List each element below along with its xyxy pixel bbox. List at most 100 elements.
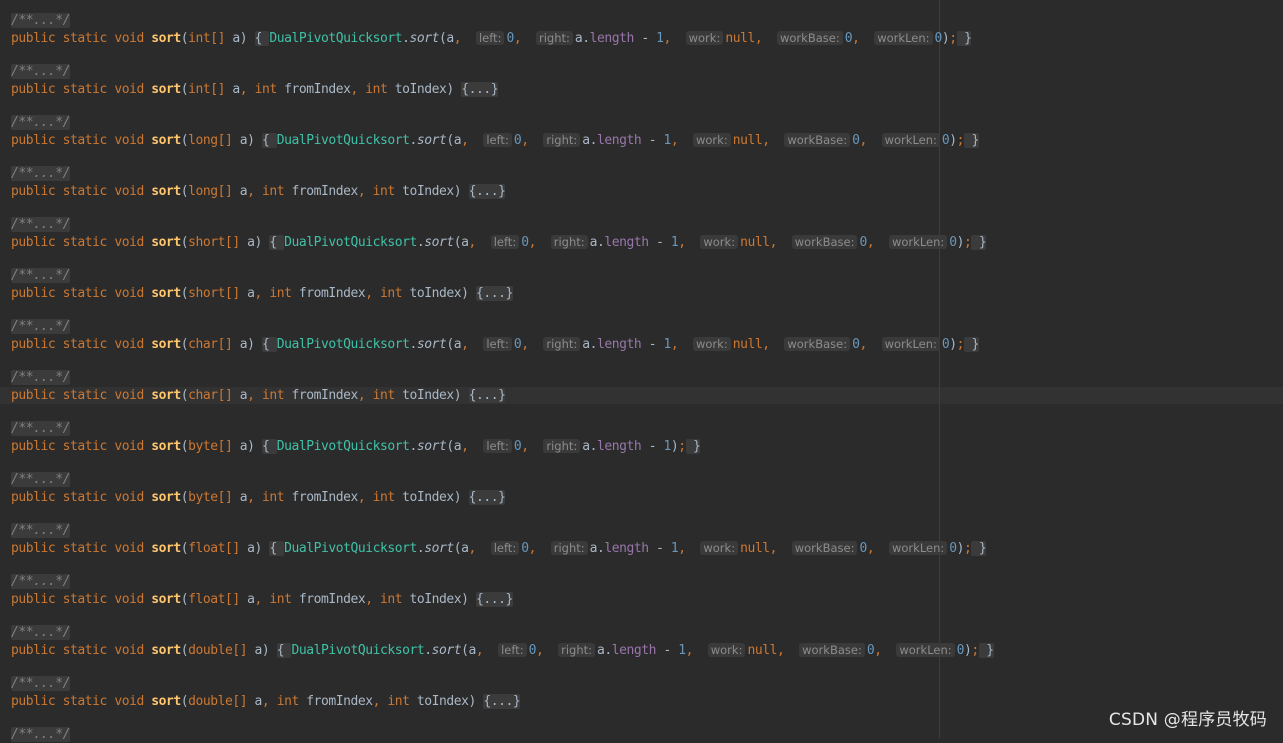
method-signature-line[interactable]: public static void sort(short[] a, int f… bbox=[11, 285, 513, 302]
doc-comment-line[interactable]: /**...*/ bbox=[11, 471, 70, 488]
param-type: long[] bbox=[188, 184, 233, 199]
doc-comment-line[interactable]: /**...*/ bbox=[11, 216, 70, 233]
folded-doc-comment[interactable]: /**...*/ bbox=[11, 625, 70, 640]
fold-close-brace[interactable]: } bbox=[964, 337, 979, 352]
method-name: sort bbox=[151, 82, 181, 97]
arg-workBase: 0 bbox=[859, 235, 867, 250]
method-signature-line[interactable]: public static void sort(char[] a) { Dual… bbox=[11, 336, 979, 353]
keyword-null: null bbox=[747, 643, 777, 658]
param-hint-workLen: workLen: bbox=[896, 643, 955, 657]
fold-open-brace[interactable]: { bbox=[261, 337, 277, 352]
folded-doc-comment[interactable]: /**...*/ bbox=[11, 319, 70, 334]
comma: , bbox=[521, 337, 544, 352]
fold-close-brace[interactable]: } bbox=[971, 541, 987, 556]
folded-doc-comment[interactable]: /**...*/ bbox=[11, 676, 70, 691]
param-toIndex: toIndex bbox=[402, 184, 454, 199]
folded-doc-comment[interactable]: /**...*/ bbox=[11, 421, 70, 436]
param-fromIndex: fromIndex bbox=[306, 694, 373, 709]
doc-comment-line[interactable]: /**...*/ bbox=[11, 165, 70, 182]
keyword-int: int bbox=[372, 388, 396, 403]
code-editor[interactable]: /**...*/ public static void sort(int[] a)… bbox=[0, 0, 1283, 742]
param-type: byte[] bbox=[188, 439, 233, 454]
doc-comment-line[interactable]: /**...*/ bbox=[11, 420, 70, 437]
doc-comment-line[interactable]: /**...*/ bbox=[11, 573, 70, 590]
comma: , bbox=[859, 337, 882, 352]
fold-close-brace[interactable]: } bbox=[956, 31, 972, 46]
comma: , bbox=[521, 439, 544, 454]
method-signature-line[interactable]: public static void sort(long[] a) { Dual… bbox=[11, 132, 979, 149]
doc-comment-line[interactable]: /**...*/ bbox=[11, 12, 70, 29]
folded-method-body[interactable]: {...} bbox=[475, 286, 513, 301]
method-signature-line[interactable]: public static void sort(long[] a, int fr… bbox=[11, 183, 506, 200]
doc-comment-line[interactable]: /**...*/ bbox=[11, 114, 70, 131]
folded-method-body[interactable]: {...} bbox=[475, 592, 513, 607]
method-signature-line[interactable]: public static void sort(int[] a) { DualP… bbox=[11, 30, 972, 47]
folded-doc-comment[interactable]: /**...*/ bbox=[11, 472, 70, 487]
doc-comment-line[interactable]: /**...*/ bbox=[11, 369, 70, 386]
param-hint-work: work: bbox=[692, 133, 731, 147]
doc-comment-line[interactable]: /**...*/ bbox=[11, 624, 70, 641]
folded-method-body[interactable]: {...} bbox=[461, 82, 499, 97]
method-signature-line[interactable]: public static void sort(short[] a) { Dua… bbox=[11, 234, 987, 251]
method-signature-line[interactable]: public static void sort(double[] a, int … bbox=[11, 693, 521, 710]
comma: , bbox=[247, 184, 262, 199]
arg-workBase: 0 bbox=[859, 541, 867, 556]
method-signature-line[interactable]: public static void sort(int[] a, int fro… bbox=[11, 81, 499, 98]
fold-close-brace[interactable]: } bbox=[685, 439, 701, 454]
arg-a: a bbox=[574, 31, 583, 46]
method-name: sort bbox=[151, 184, 181, 199]
folded-method-body[interactable]: {...} bbox=[483, 694, 521, 709]
doc-comment-line[interactable]: /**...*/ bbox=[11, 522, 70, 539]
folded-doc-comment[interactable]: /**...*/ bbox=[11, 166, 70, 181]
fold-open-brace[interactable]: { bbox=[276, 643, 292, 658]
param-a: a bbox=[247, 235, 255, 250]
method-signature-line[interactable]: public static void sort(float[] a) { Dua… bbox=[11, 540, 987, 557]
doc-comment-line[interactable]: /**...*/ bbox=[11, 726, 70, 743]
doc-comment-line[interactable]: /**...*/ bbox=[11, 318, 70, 335]
param-a: a bbox=[247, 592, 255, 607]
folded-method-body[interactable]: {...} bbox=[468, 184, 506, 199]
param-a: a bbox=[254, 694, 263, 709]
fold-close-brace[interactable]: } bbox=[971, 235, 987, 250]
folded-doc-comment[interactable]: /**...*/ bbox=[11, 64, 70, 79]
class-reference: DualPivotQuicksort bbox=[284, 235, 417, 250]
param-a: a bbox=[239, 337, 248, 352]
fold-open-brace[interactable]: { bbox=[269, 541, 285, 556]
method-name: sort bbox=[151, 337, 181, 352]
method-signature-line[interactable]: public static void sort(byte[] a) { Dual… bbox=[11, 438, 701, 455]
param-fromIndex: fromIndex bbox=[298, 286, 366, 301]
arg-workLen: 0 bbox=[934, 31, 943, 46]
param-a: a bbox=[239, 439, 248, 454]
fold-open-brace[interactable]: { bbox=[261, 133, 277, 148]
method-signature-line[interactable]: public static void sort(byte[] a, int fr… bbox=[11, 489, 506, 506]
folded-doc-comment[interactable]: /**...*/ bbox=[11, 727, 70, 742]
fold-open-brace[interactable]: { bbox=[269, 235, 285, 250]
fold-close-brace[interactable]: } bbox=[964, 133, 979, 148]
method-signature-line[interactable]: public static void sort(double[] a) { Du… bbox=[11, 642, 994, 659]
folded-doc-comment[interactable]: /**...*/ bbox=[11, 13, 70, 28]
fold-open-brace[interactable]: { bbox=[254, 31, 270, 46]
method-signature-line[interactable]: public static void sort(float[] a, int f… bbox=[11, 591, 513, 608]
param-hint-left: left: bbox=[483, 133, 512, 147]
folded-doc-comment[interactable]: /**...*/ bbox=[11, 523, 70, 538]
folded-method-body[interactable]: {...} bbox=[468, 490, 506, 505]
keyword-void: void bbox=[114, 133, 144, 148]
doc-comment-line[interactable]: /**...*/ bbox=[11, 267, 70, 284]
folded-doc-comment[interactable]: /**...*/ bbox=[11, 217, 70, 232]
folded-doc-comment[interactable]: /**...*/ bbox=[11, 268, 70, 283]
fold-close-brace[interactable]: } bbox=[978, 643, 994, 658]
class-reference: DualPivotQuicksort bbox=[276, 133, 410, 148]
method-name: sort bbox=[151, 643, 181, 658]
field-length: length bbox=[604, 235, 649, 250]
fold-open-brace[interactable]: { bbox=[261, 439, 277, 454]
folded-doc-comment[interactable]: /**...*/ bbox=[11, 370, 70, 385]
folded-method-body[interactable]: {...} bbox=[468, 388, 506, 403]
arg-a: a bbox=[446, 31, 454, 46]
doc-comment-line[interactable]: /**...*/ bbox=[11, 63, 70, 80]
param-type: char[] bbox=[188, 337, 233, 352]
folded-doc-comment[interactable]: /**...*/ bbox=[11, 115, 70, 130]
method-signature-line[interactable]: public static void sort(char[] a, int fr… bbox=[11, 387, 506, 404]
keyword-int: int bbox=[380, 286, 403, 301]
doc-comment-line[interactable]: /**...*/ bbox=[11, 675, 70, 692]
folded-doc-comment[interactable]: /**...*/ bbox=[11, 574, 70, 589]
